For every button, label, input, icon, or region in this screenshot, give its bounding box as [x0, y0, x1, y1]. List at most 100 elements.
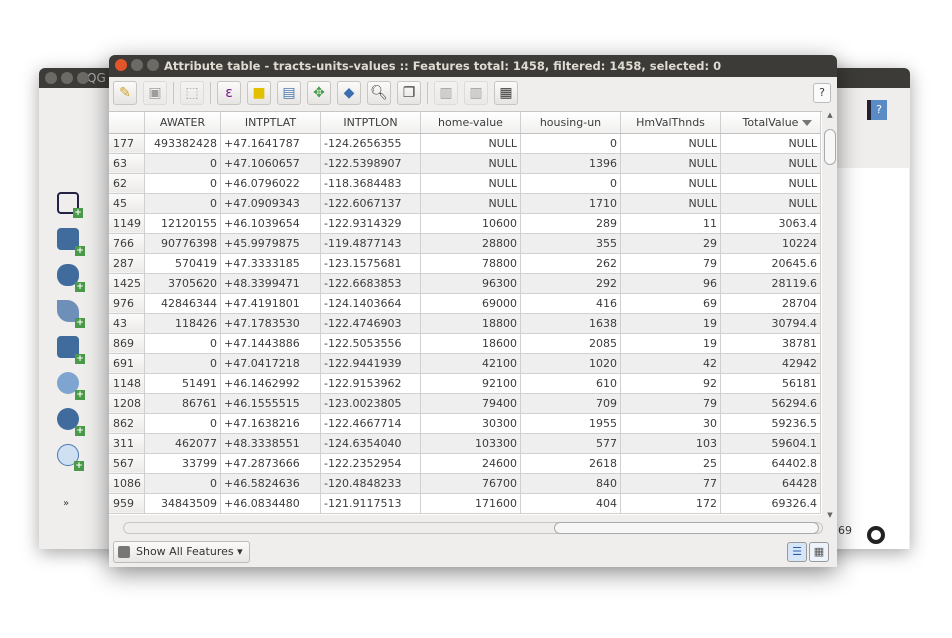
- table-cell[interactable]: +47.3333185: [220, 253, 321, 274]
- row-header[interactable]: 869: [109, 333, 145, 354]
- table-cell[interactable]: 2085: [520, 333, 621, 354]
- table-cell[interactable]: +46.0834480: [220, 493, 321, 514]
- column-header-intptlat[interactable]: INTPTLAT: [220, 112, 321, 134]
- table-cell[interactable]: 3705620: [144, 273, 221, 294]
- table-row[interactable]: 287 570419 +47.3333185 -123.1575681 78800 262…: [109, 253, 821, 274]
- table-cell[interactable]: 0: [144, 333, 221, 354]
- save-edits-button[interactable]: ▣: [143, 81, 167, 105]
- table-cell[interactable]: +47.1060657: [220, 153, 321, 174]
- table-cell[interactable]: -120.4848233: [320, 473, 421, 494]
- table-cell[interactable]: 90776398: [144, 233, 221, 254]
- table-cell[interactable]: 0: [520, 133, 621, 154]
- table-cell[interactable]: 42100: [420, 353, 521, 374]
- row-header[interactable]: 567: [109, 453, 145, 474]
- column-header-intptlon[interactable]: INTPTLON: [320, 112, 421, 134]
- table-cell[interactable]: 30300: [420, 413, 521, 434]
- table-cell[interactable]: 840: [520, 473, 621, 494]
- table-cell[interactable]: 118426: [144, 313, 221, 334]
- table-cell[interactable]: +47.1641787: [220, 133, 321, 154]
- table-cell[interactable]: 19: [620, 333, 721, 354]
- row-header[interactable]: 1149: [109, 213, 145, 234]
- table-row[interactable]: 177 493382428 +47.1641787 -124.2656355 NULL 0…: [109, 133, 821, 154]
- table-cell[interactable]: -122.4746903: [320, 313, 421, 334]
- table-cell[interactable]: 12120155: [144, 213, 221, 234]
- table-cell[interactable]: +47.0417218: [220, 353, 321, 374]
- table-row[interactable]: 869 0 +47.1443886 -122.5053556 18600 2085 19 38…: [109, 333, 821, 354]
- table-cell[interactable]: 1710: [520, 193, 621, 214]
- vertical-scroll-thumb[interactable]: [824, 129, 836, 165]
- table-cell[interactable]: NULL: [420, 173, 521, 194]
- table-cell[interactable]: 289: [520, 213, 621, 234]
- table-cell[interactable]: NULL: [720, 133, 821, 154]
- table-cell[interactable]: 172: [620, 493, 721, 514]
- table-cell[interactable]: NULL: [620, 173, 721, 194]
- horizontal-scrollbar[interactable]: [109, 521, 837, 535]
- table-cell[interactable]: 18800: [420, 313, 521, 334]
- column-header-totalvalue[interactable]: TotalValue: [720, 112, 821, 134]
- table-cell[interactable]: +46.1462992: [220, 373, 321, 394]
- table-cell[interactable]: 0: [144, 173, 221, 194]
- add-spatialite-layer-icon[interactable]: +: [57, 300, 85, 328]
- table-cell[interactable]: 24600: [420, 453, 521, 474]
- table-cell[interactable]: 355: [520, 233, 621, 254]
- table-cell[interactable]: -118.3684483: [320, 173, 421, 194]
- table-cell[interactable]: +46.1555515: [220, 393, 321, 414]
- table-row[interactable]: 311 462077 +48.3338551 -124.6354040 103300 57…: [109, 433, 821, 454]
- table-row[interactable]: 1086 0 +46.5824636 -120.4848233 76700 840 77 64…: [109, 473, 821, 494]
- table-cell[interactable]: 69: [620, 293, 721, 314]
- table-cell[interactable]: 262: [520, 253, 621, 274]
- table-cell[interactable]: 42942: [720, 353, 821, 374]
- table-cell[interactable]: 96300: [420, 273, 521, 294]
- table-cell[interactable]: +46.5824636: [220, 473, 321, 494]
- table-cell[interactable]: NULL: [420, 193, 521, 214]
- add-wms-layer-icon[interactable]: +: [57, 372, 85, 400]
- table-cell[interactable]: 30: [620, 413, 721, 434]
- invert-selection-button[interactable]: ■: [247, 81, 271, 105]
- table-cell[interactable]: 76700: [420, 473, 521, 494]
- delete-column-button[interactable]: ▥: [464, 81, 488, 105]
- table-cell[interactable]: 56294.6: [720, 393, 821, 414]
- add-wfs-layer-icon[interactable]: +: [57, 444, 84, 471]
- table-cell[interactable]: 18600: [420, 333, 521, 354]
- table-cell[interactable]: 59604.1: [720, 433, 821, 454]
- minimize-button[interactable]: [131, 59, 143, 71]
- add-raster-layer-icon[interactable]: +: [57, 228, 85, 256]
- table-cell[interactable]: 493382428: [144, 133, 221, 154]
- table-cell[interactable]: +46.1039654: [220, 213, 321, 234]
- table-cell[interactable]: +48.3338551: [220, 433, 321, 454]
- table-cell[interactable]: 69326.4: [720, 493, 821, 514]
- maximize-button[interactable]: [77, 72, 89, 84]
- table-cell[interactable]: 79: [620, 393, 721, 414]
- table-cell[interactable]: -122.5053556: [320, 333, 421, 354]
- table-row[interactable]: 959 34843509 +46.0834480 -121.9117513 171600…: [109, 493, 821, 514]
- table-cell[interactable]: 1638: [520, 313, 621, 334]
- table-row[interactable]: 691 0 +47.0417218 -122.9441939 42100 1020 42 42…: [109, 353, 821, 374]
- row-header[interactable]: 976: [109, 293, 145, 314]
- table-cell[interactable]: 42846344: [144, 293, 221, 314]
- row-header[interactable]: 959: [109, 493, 145, 514]
- horizontal-scroll-thumb[interactable]: [554, 522, 819, 534]
- table-cell[interactable]: 34843509: [144, 493, 221, 514]
- table-cell[interactable]: +47.2873666: [220, 453, 321, 474]
- close-button[interactable]: [45, 72, 57, 84]
- table-row[interactable]: 976 42846344 +47.4191801 -124.1403664 69000 4…: [109, 293, 821, 314]
- table-cell[interactable]: NULL: [720, 153, 821, 174]
- table-cell[interactable]: NULL: [620, 133, 721, 154]
- column-header-awater[interactable]: AWATER: [144, 112, 221, 134]
- table-cell[interactable]: +46.0796022: [220, 173, 321, 194]
- table-cell[interactable]: 103300: [420, 433, 521, 454]
- table-cell[interactable]: 25: [620, 453, 721, 474]
- table-cell[interactable]: +47.0909343: [220, 193, 321, 214]
- table-cell[interactable]: 56181: [720, 373, 821, 394]
- table-cell[interactable]: 0: [144, 473, 221, 494]
- row-header[interactable]: 177: [109, 133, 145, 154]
- sort-descending-icon[interactable]: [802, 120, 812, 126]
- table-row[interactable]: 1148 51491 +46.1462992 -122.9153962 92100 610…: [109, 373, 821, 394]
- table-cell[interactable]: 28119.6: [720, 273, 821, 294]
- table-cell[interactable]: 10224: [720, 233, 821, 254]
- row-header[interactable]: 311: [109, 433, 145, 454]
- column-header-hmvalthnds[interactable]: HmValThnds: [620, 112, 721, 134]
- form-view-button[interactable]: ☰: [787, 542, 807, 562]
- show-all-features-button[interactable]: Show All Features ▾: [113, 541, 250, 563]
- scroll-up-icon[interactable]: ▲: [823, 111, 837, 119]
